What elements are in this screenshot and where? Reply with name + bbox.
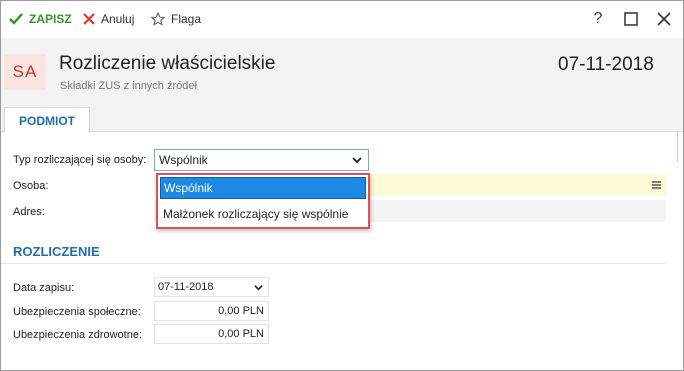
data-zapisu-label: Data zapisu: xyxy=(13,282,75,294)
flag-button[interactable]: Flaga xyxy=(151,10,201,28)
adres-label: Adres: xyxy=(13,206,45,218)
document-date: 07-11-2018 xyxy=(558,54,654,75)
help-button[interactable]: ? xyxy=(587,9,609,29)
window: ZAPISZ Anuluj Flaga ? SA Rozliczenie wła… xyxy=(0,0,684,371)
square-icon xyxy=(624,12,638,26)
data-zapisu-select[interactable]: 07-11-2018 xyxy=(154,277,269,297)
tab-bar: PODMIOT xyxy=(1,104,683,133)
spoleczne-field[interactable]: 0,00 PLN xyxy=(154,301,269,321)
cancel-button[interactable]: Anuluj xyxy=(83,10,134,28)
cancel-label: Anuluj xyxy=(101,12,135,26)
zdrowotne-field[interactable]: 0,00 PLN xyxy=(154,324,269,344)
typ-osoby-value: Wspólnik xyxy=(159,153,208,167)
zdrowotne-value: 0,00 PLN xyxy=(218,328,264,340)
save-label: ZAPISZ xyxy=(29,12,72,26)
scrollbar[interactable] xyxy=(677,132,683,162)
toolbar: ZAPISZ Anuluj Flaga ? xyxy=(1,1,683,38)
close-button[interactable] xyxy=(653,9,675,29)
close-icon xyxy=(657,12,671,26)
document-type-badge: SA xyxy=(4,54,46,90)
dropdown-option-malzonek[interactable]: Małżonek rozliczający się wspólnie xyxy=(160,203,366,225)
page-title: Rozliczenie właścicielskie xyxy=(59,53,276,74)
save-button[interactable]: ZAPISZ xyxy=(9,10,72,28)
typ-osoby-dropdown-list: Wspólnik Małżonek rozliczający się wspól… xyxy=(156,173,370,229)
maximize-button[interactable] xyxy=(620,9,642,29)
check-icon xyxy=(9,13,23,25)
spoleczne-label: Ubezpieczenia społeczne: xyxy=(13,306,141,318)
section-divider xyxy=(1,263,666,264)
chevron-down-icon xyxy=(254,285,263,291)
zdrowotne-label: Ubezpieczenia zdrowotne: xyxy=(13,329,143,341)
section-title-rozliczenie: ROZLICZENIE xyxy=(13,244,100,259)
data-zapisu-value: 07-11-2018 xyxy=(158,281,214,293)
typ-osoby-label: Typ rozliczającej się osoby: xyxy=(13,154,147,166)
dropdown-option-wspolnik[interactable]: Wspólnik xyxy=(160,177,366,199)
page-subtitle: Składki ZUS z innych źródeł xyxy=(60,80,197,92)
star-outline-icon xyxy=(151,12,165,26)
osoba-picker-button[interactable] xyxy=(646,176,666,194)
chevron-down-icon xyxy=(352,157,362,164)
typ-osoby-select[interactable]: Wspólnik xyxy=(154,149,369,171)
hamburger-icon xyxy=(651,181,661,189)
flag-label: Flaga xyxy=(171,12,202,26)
document-header: SA Rozliczenie właścicielskie Składki ZU… xyxy=(1,38,683,104)
osoba-label: Osoba: xyxy=(13,180,49,192)
tab-podmiot[interactable]: PODMIOT xyxy=(4,107,90,133)
x-icon xyxy=(83,13,95,25)
spoleczne-value: 0,00 PLN xyxy=(218,305,264,317)
